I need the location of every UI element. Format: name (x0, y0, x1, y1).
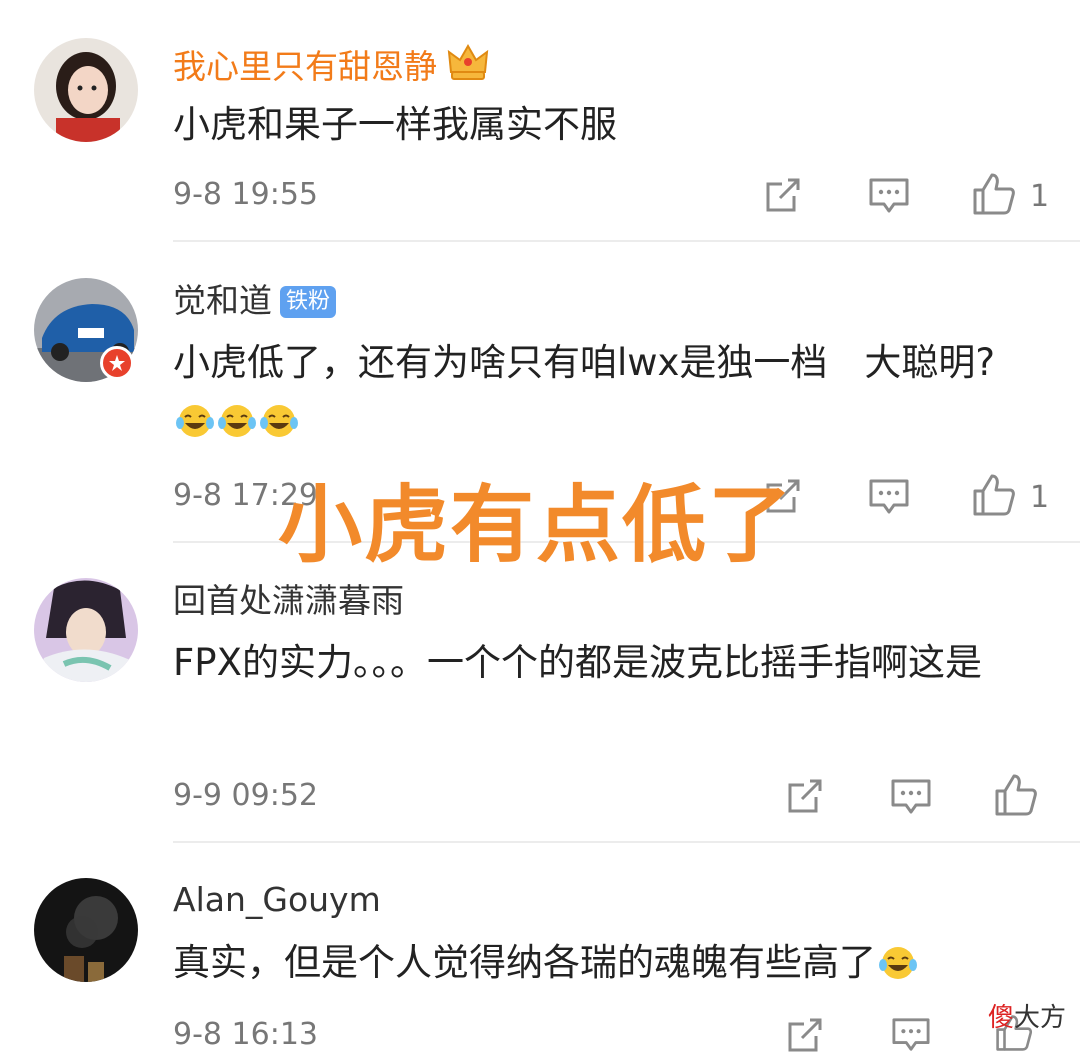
comment-text-body: 小虎低了，还有为啥只有咱lwx是独一档 大聪明? (173, 341, 996, 384)
timestamp: 9-9 09:52 (173, 778, 318, 813)
divider (173, 841, 1080, 843)
comment-icon (890, 777, 932, 821)
username[interactable]: 我心里只有甜恩静 (173, 42, 489, 91)
share-button[interactable] (764, 176, 804, 218)
username-text: Alan_Gouym (173, 880, 381, 919)
overlay-caption: 小虎有点低了 (278, 476, 795, 574)
laugh-cry-emoji (878, 940, 918, 998)
watermark: 傻大方 (988, 1000, 1066, 1036)
laugh-cry-emoji (259, 398, 299, 456)
comment-icon (868, 477, 910, 521)
watermark-part1: 傻 (988, 1003, 1015, 1033)
verified-badge (100, 346, 134, 380)
username[interactable]: Alan_Gouym (173, 880, 381, 920)
timestamp: 9-8 16:13 (173, 1017, 318, 1052)
username[interactable]: 觉和道 铁粉 (173, 281, 337, 321)
avatar[interactable] (34, 578, 138, 682)
like-icon (994, 773, 1038, 821)
laugh-cry-emoji (217, 398, 257, 456)
like-icon (972, 172, 1016, 220)
reply-button[interactable] (890, 1016, 932, 1058)
reply-button[interactable] (868, 176, 910, 220)
username-text: 觉和道 (173, 281, 272, 320)
comment-text-body: 真实，但是个人觉得纳各瑞的魂魄有些高了 (173, 941, 876, 984)
comment-text: FPX的实力。。。一个个的都是波克比摇手指啊这是 (173, 641, 982, 684)
avatar[interactable] (34, 38, 138, 142)
share-button[interactable] (786, 1016, 826, 1058)
reply-button[interactable] (890, 777, 932, 821)
comment-text: 真实，但是个人觉得纳各瑞的魂魄有些高了 (173, 934, 1033, 998)
comment-text: 小虎低了，还有为啥只有咱lwx是独一档 大聪明? (173, 334, 1033, 456)
watermark-part2: 大方 (1014, 1003, 1067, 1033)
comment-icon (890, 1016, 932, 1058)
share-icon (764, 176, 804, 218)
like-count: 1 (1030, 479, 1050, 515)
like-count: 1 (1030, 178, 1050, 214)
like-button[interactable] (994, 773, 1038, 821)
username[interactable]: 回首处潇潇暮雨 (173, 581, 404, 621)
share-icon (786, 777, 826, 819)
username-text: 我心里只有甜恩静 (173, 47, 437, 86)
share-button[interactable] (786, 777, 826, 819)
comment-icon (868, 176, 910, 220)
timestamp: 9-8 19:55 (173, 177, 318, 212)
crown-icon (447, 42, 489, 91)
reply-button[interactable] (868, 477, 910, 521)
like-button[interactable]: 1 (972, 172, 1049, 220)
divider (173, 240, 1080, 242)
share-icon (786, 1016, 826, 1058)
laugh-cry-emoji (175, 398, 215, 456)
comment-text: 小虎和果子一样我属实不服 (173, 103, 617, 146)
username-text: 回首处潇潇暮雨 (173, 581, 404, 620)
fan-badge: 铁粉 (280, 286, 337, 318)
like-button[interactable]: 1 (972, 473, 1049, 521)
like-icon (972, 473, 1016, 521)
avatar[interactable] (34, 878, 138, 982)
